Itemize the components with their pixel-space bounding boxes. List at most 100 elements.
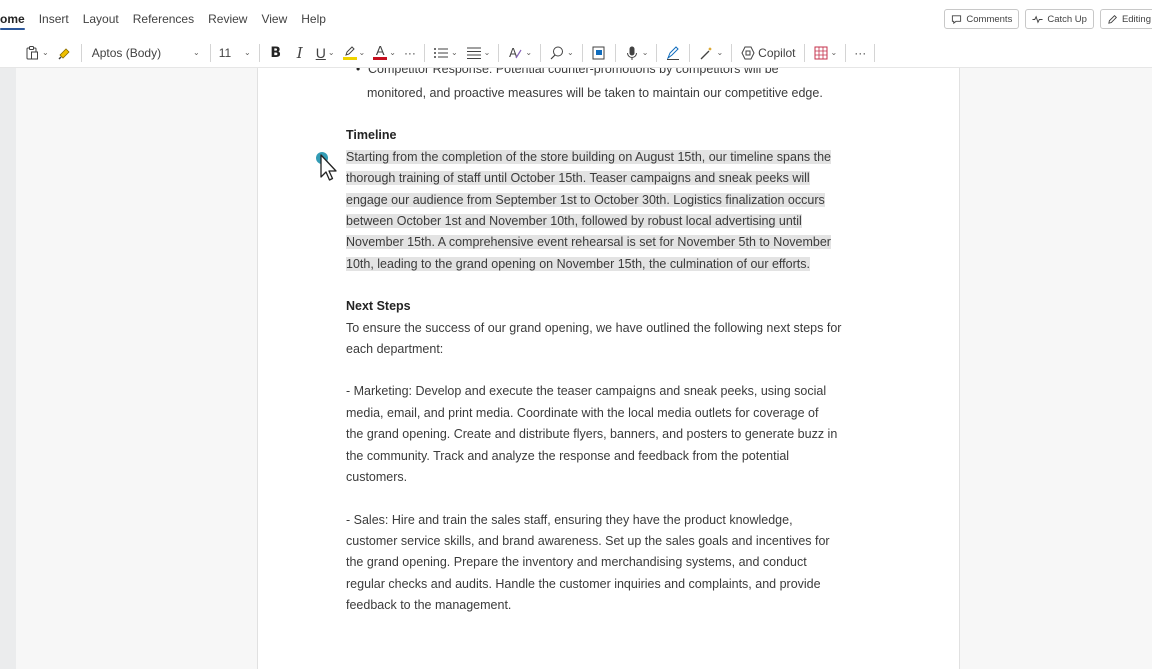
- editor-pen-icon: [667, 45, 680, 60]
- sales-line: the grand opening. Prepare the inventory…: [346, 555, 807, 570]
- prev-bullet-line-cut: Competitor Response: Potential counter-p…: [368, 68, 779, 76]
- sales-line: regular checks and audits. Handle the cu…: [346, 576, 821, 591]
- font-color-icon: A: [373, 44, 388, 60]
- catch-up-label: Catch Up: [1047, 13, 1087, 25]
- sales-line: feedback to the management.: [346, 598, 512, 613]
- italic-button[interactable]: I: [288, 41, 312, 65]
- toolbar-divider: [209, 43, 211, 62]
- toolbar-divider: [874, 43, 876, 62]
- comment-icon: [952, 14, 962, 24]
- bullet-list-icon: [433, 47, 448, 58]
- designer-button[interactable]: ⌄: [694, 41, 727, 65]
- toolbar-divider: [731, 43, 733, 62]
- chevron-down-icon: ⌄: [567, 48, 574, 57]
- dictate-button[interactable]: ⌄: [620, 41, 653, 65]
- chevron-down-icon: ⌄: [525, 48, 533, 57]
- align-button[interactable]: ⌄: [462, 41, 495, 65]
- font-color-button[interactable]: A ⌄: [369, 41, 400, 65]
- editor-button[interactable]: [661, 41, 685, 65]
- chevron-down-icon: ⌄: [244, 48, 251, 57]
- tab-review[interactable]: Review: [201, 0, 254, 38]
- italic-label: I: [296, 43, 303, 62]
- document-page[interactable]: • Competitor Response: Potential counter…: [257, 68, 960, 669]
- chevron-down-icon: ⌄: [483, 48, 491, 57]
- underline-button[interactable]: U ⌄: [312, 41, 339, 65]
- toolbar-divider: [656, 43, 658, 62]
- marketing-line: - Marketing: Develop and execute the tea…: [346, 384, 827, 399]
- editing-mode-button[interactable]: Editing: [1099, 9, 1152, 29]
- comments-label: Comments: [966, 13, 1013, 25]
- copilot-label: Copilot: [758, 45, 796, 60]
- bold-button[interactable]: B: [264, 41, 288, 65]
- toolbar-divider: [803, 43, 805, 62]
- marketing-line: media, email, and print media. Coordinat…: [346, 405, 819, 420]
- pulse-icon: [1032, 15, 1043, 23]
- chevron-down-icon: ⌄: [641, 48, 649, 57]
- font-size-value: 11: [218, 45, 232, 60]
- highlighter-icon: [342, 45, 357, 60]
- table-options-button[interactable]: ⌄: [809, 41, 842, 65]
- paste-button[interactable]: ⌄: [20, 41, 53, 65]
- sales-line: - Sales: Hire and train the sales staff,…: [346, 512, 793, 527]
- prev-bullet-line: monitored, and proactive measures will b…: [367, 86, 823, 100]
- toolbar-divider: [689, 43, 691, 62]
- timeline-line: thorough training of staff until October…: [346, 171, 810, 186]
- tab-view[interactable]: View: [254, 0, 294, 38]
- tab-layout[interactable]: Layout: [76, 0, 126, 38]
- marketing-line: the grand opening. Create and distribute…: [346, 427, 838, 442]
- clipboard-icon: [26, 45, 38, 59]
- toolbar-divider: [845, 43, 847, 62]
- timeline-line: November 15th. A comprehensive event reh…: [346, 235, 831, 250]
- styles-icon: A: [509, 46, 522, 60]
- more-options-button[interactable]: ···: [850, 41, 870, 65]
- more-font-options-button[interactable]: ···: [400, 41, 420, 65]
- comments-button[interactable]: Comments: [944, 9, 1020, 29]
- more-label: ···: [854, 45, 867, 60]
- catch-up-button[interactable]: Catch Up: [1025, 9, 1094, 29]
- font-name-select[interactable]: Aptos (Body) ⌄: [86, 41, 206, 65]
- chevron-down-icon: ⌄: [193, 48, 200, 57]
- bullets-button[interactable]: ⌄: [429, 41, 462, 65]
- tab-home[interactable]: ome: [0, 0, 32, 38]
- next-steps-paragraph[interactable]: To ensure the success of our grand openi…: [346, 318, 876, 361]
- toolbar-divider: [614, 43, 616, 62]
- timeline-paragraph[interactable]: Starting from the completion of the stor…: [346, 147, 876, 275]
- underline-label: U: [315, 44, 326, 61]
- chevron-down-icon: ⌄: [450, 48, 458, 57]
- mouse-pointer-icon: [316, 152, 337, 181]
- more-label: ···: [403, 45, 416, 60]
- timeline-line: between October 1st and November 10th, f…: [346, 214, 802, 229]
- next-steps-line: each department:: [346, 342, 444, 357]
- pencil-icon: [1108, 14, 1117, 24]
- tab-help[interactable]: Help: [294, 0, 333, 38]
- styles-button[interactable]: A ⌄: [503, 41, 536, 65]
- find-button[interactable]: ⌄: [545, 41, 578, 65]
- editing-label: Editing: [1121, 13, 1151, 25]
- chevron-down-icon: ⌄: [358, 48, 366, 57]
- reuse-files-button[interactable]: [587, 41, 611, 65]
- grid-icon: [814, 46, 828, 59]
- tab-insert[interactable]: Insert: [32, 0, 76, 38]
- toolbar-divider: [80, 43, 82, 62]
- search-icon: [550, 46, 564, 59]
- bold-label: B: [270, 44, 282, 61]
- ribbon-tabs: ome Insert Layout References Review View…: [0, 0, 1152, 38]
- sales-line: customer service skills, and brand aware…: [346, 533, 830, 548]
- document-body[interactable]: monitored, and proactive measures will b…: [346, 83, 876, 617]
- tab-references[interactable]: References: [126, 0, 201, 38]
- font-size-select[interactable]: 11 ⌄: [215, 41, 255, 65]
- chevron-down-icon: ⌄: [327, 48, 335, 57]
- marketing-paragraph[interactable]: - Marketing: Develop and execute the tea…: [346, 381, 876, 488]
- ribbon-right-actions: Comments Catch Up Editing: [944, 9, 1152, 29]
- timeline-line: 10th, leading to the grand opening on No…: [346, 256, 810, 271]
- next-steps-line: To ensure the success of our grand openi…: [346, 320, 842, 335]
- copilot-button[interactable]: Copilot: [736, 41, 799, 65]
- timeline-line: engage our audience from September 1st t…: [346, 192, 825, 207]
- timeline-line: Starting from the completion of the stor…: [346, 149, 832, 164]
- highlight-color-button[interactable]: ⌄: [339, 41, 370, 65]
- format-painter-button[interactable]: [53, 41, 77, 65]
- next-steps-heading: Next Steps: [346, 299, 411, 314]
- align-icon: [466, 47, 481, 59]
- sales-paragraph[interactable]: - Sales: Hire and train the sales staff,…: [346, 510, 876, 617]
- highlight-color-bar: [342, 56, 357, 60]
